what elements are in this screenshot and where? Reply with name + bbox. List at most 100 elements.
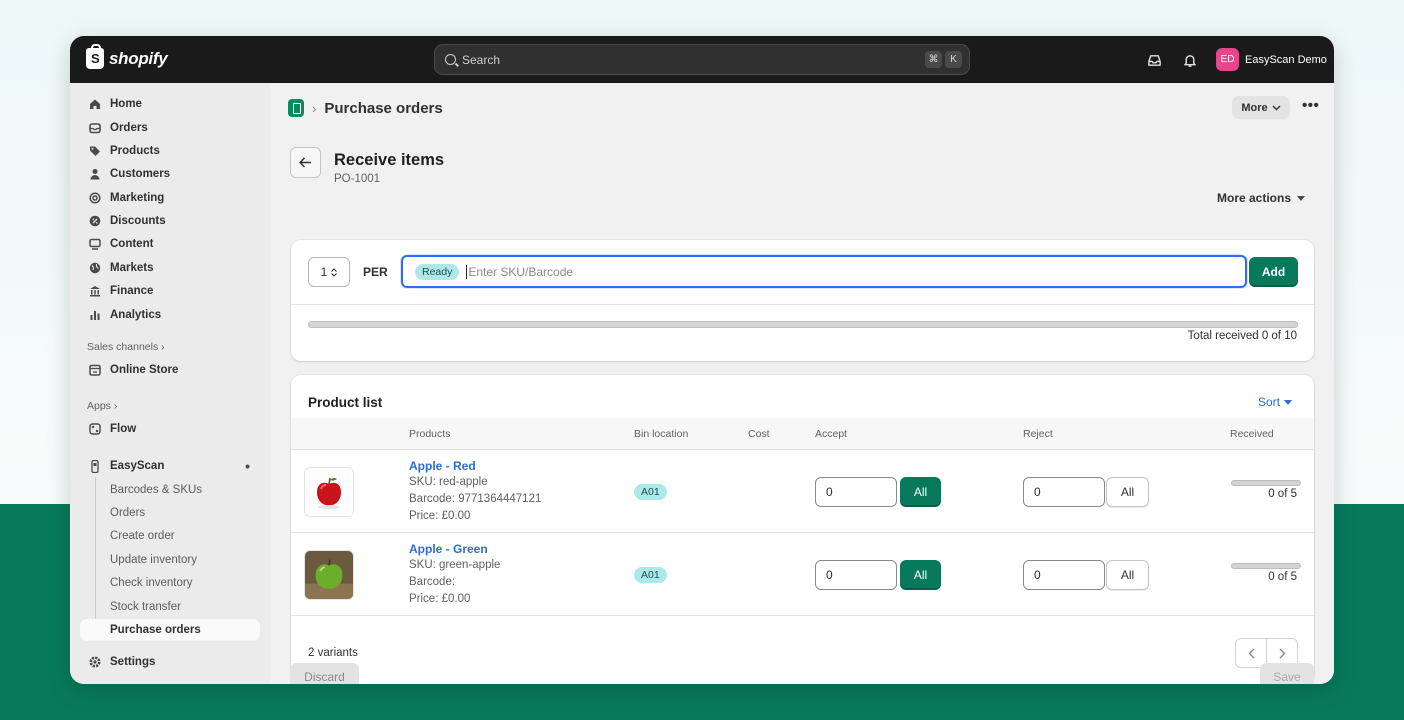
sidebar: Home Orders Products Customers Marketing… <box>70 83 270 684</box>
tag-icon <box>88 144 102 158</box>
sidebar-item-content[interactable]: Content <box>80 233 260 255</box>
po-number: PO-1001 <box>334 173 381 185</box>
breadcrumb-title: Purchase orders <box>324 99 443 117</box>
sidebar-item-markets[interactable]: Markets <box>80 257 260 279</box>
submenu-guide-line <box>95 477 96 629</box>
sidebar-item-products[interactable]: Products <box>80 140 260 162</box>
bin-location-badge: A01 <box>634 567 667 583</box>
sort-button[interactable]: Sort <box>1258 395 1293 409</box>
search-placeholder: Search <box>462 52 501 67</box>
product-thumbnail[interactable] <box>304 550 354 600</box>
page-title: Receive items <box>334 151 445 169</box>
reject-all-button[interactable]: All <box>1106 560 1149 590</box>
more-button[interactable]: More <box>1232 96 1290 119</box>
add-button[interactable]: Add <box>1249 257 1298 287</box>
store-name: EasyScan Demo <box>1245 53 1327 66</box>
sku-placeholder: Enter SKU/Barcode <box>466 264 574 279</box>
sidebar-sub-purchase-orders[interactable]: Purchase orders <box>80 619 260 641</box>
column-header[interactable]: Received <box>1230 428 1274 440</box>
ellipsis-icon[interactable]: ••• <box>1302 97 1319 114</box>
top-bar: shopify Search ⌘ K ED EasyScan Demo <box>70 36 1334 83</box>
sidebar-item-discounts[interactable]: Discounts <box>80 210 260 232</box>
column-header[interactable]: Bin location <box>634 428 688 440</box>
sidebar-item-orders[interactable]: Orders <box>80 117 260 139</box>
more-actions-button[interactable]: More actions <box>1217 191 1306 205</box>
product-barcode: Barcode: <box>409 576 456 588</box>
apps-heading[interactable]: Apps › <box>87 400 117 412</box>
sidebar-item-label: Orders <box>110 122 148 134</box>
received-progress-bar <box>1231 563 1301 569</box>
sidebar-sub-check-inventory[interactable]: Check inventory <box>110 572 260 594</box>
table-header: Products Bin location Cost Accept Reject… <box>291 418 1314 450</box>
person-icon <box>88 167 102 181</box>
store-icon <box>88 363 102 377</box>
arrow-left-icon <box>299 157 311 168</box>
easyscan-app-icon[interactable] <box>288 99 304 117</box>
received-count: 0 of 5 <box>1268 488 1297 500</box>
bell-icon[interactable] <box>1181 51 1199 69</box>
column-header[interactable]: Products <box>409 428 450 440</box>
sidebar-sub-create-order[interactable]: Create order <box>110 525 260 547</box>
bar-chart-icon <box>88 308 102 322</box>
apps-label: Apps <box>87 400 111 412</box>
reject-quantity-input[interactable]: 0 <box>1023 477 1105 507</box>
sidebar-item-home[interactable]: Home <box>80 93 260 115</box>
reject-quantity-input[interactable]: 0 <box>1023 560 1105 590</box>
search-bar[interactable]: Search ⌘ K <box>434 44 970 75</box>
save-button[interactable]: Save <box>1260 663 1314 684</box>
sidebar-item-marketing[interactable]: Marketing <box>80 187 260 209</box>
product-link[interactable]: Apple - Red <box>409 459 476 473</box>
caret-down-icon <box>1297 195 1306 201</box>
bank-icon <box>88 284 102 298</box>
inbox-icon[interactable] <box>1145 51 1163 69</box>
quantity-select[interactable]: 1 <box>308 257 350 287</box>
sidebar-sub-orders[interactable]: Orders <box>110 502 260 524</box>
sidebar-sub-stock-transfer[interactable]: Stock transfer <box>110 596 260 618</box>
column-header[interactable]: Cost <box>748 428 770 440</box>
chevron-right-icon: › <box>113 400 118 412</box>
logo-text: shopify <box>109 48 168 68</box>
product-thumbnail[interactable] <box>304 467 354 517</box>
accept-all-button[interactable]: All <box>900 477 941 507</box>
back-button[interactable] <box>290 147 321 178</box>
accept-all-button[interactable]: All <box>900 560 941 590</box>
inbox-icon <box>88 121 102 135</box>
sidebar-item-online-store[interactable]: Online Store <box>80 359 260 381</box>
discard-button[interactable]: Discard <box>290 663 359 684</box>
sidebar-item-label: Markets <box>110 262 154 274</box>
accept-quantity-input[interactable]: 0 <box>815 477 897 507</box>
reject-all-button[interactable]: All <box>1106 477 1149 507</box>
variants-count: 2 variants <box>308 647 358 659</box>
shopify-logo[interactable]: shopify <box>86 44 168 69</box>
search-icon <box>445 54 456 65</box>
column-header[interactable]: Reject <box>1023 428 1053 440</box>
pin-dot-icon: • <box>245 458 250 474</box>
total-progress-bar <box>308 321 1298 328</box>
red-apple-image <box>309 472 349 512</box>
chevron-right-icon: › <box>161 341 165 353</box>
accept-quantity-input[interactable]: 0 <box>815 560 897 590</box>
sidebar-item-settings[interactable]: Settings <box>80 651 260 673</box>
per-label: PER <box>363 265 388 279</box>
kbd-k: K <box>945 51 962 68</box>
more-actions-label: More actions <box>1217 191 1292 205</box>
sidebar-item-label: EasyScan <box>110 460 165 472</box>
sales-channels-heading[interactable]: Sales channels › <box>87 341 165 353</box>
sidebar-item-analytics[interactable]: Analytics <box>80 304 260 326</box>
column-header[interactable]: Accept <box>815 428 847 440</box>
product-link[interactable]: Apple - Green <box>409 542 488 556</box>
sidebar-item-customers[interactable]: Customers <box>80 163 260 185</box>
sidebar-item-easyscan[interactable]: EasyScan • <box>80 455 260 477</box>
product-sku: SKU: red-apple <box>409 476 488 488</box>
chevron-right-icon <box>1279 648 1285 658</box>
sidebar-sub-update-inventory[interactable]: Update inventory <box>110 549 260 571</box>
account-menu[interactable]: ED EasyScan Demo <box>1216 48 1327 71</box>
sidebar-item-label: Content <box>110 238 154 250</box>
breadcrumb-separator: › <box>312 100 317 116</box>
sidebar-sub-barcodes[interactable]: Barcodes & SKUs <box>110 479 260 501</box>
sidebar-item-label: Analytics <box>110 309 162 321</box>
sidebar-item-flow[interactable]: Flow <box>80 418 260 440</box>
sku-barcode-input[interactable]: Ready Enter SKU/Barcode <box>401 255 1247 288</box>
sidebar-item-finance[interactable]: Finance <box>80 280 260 302</box>
content-icon <box>88 237 102 251</box>
